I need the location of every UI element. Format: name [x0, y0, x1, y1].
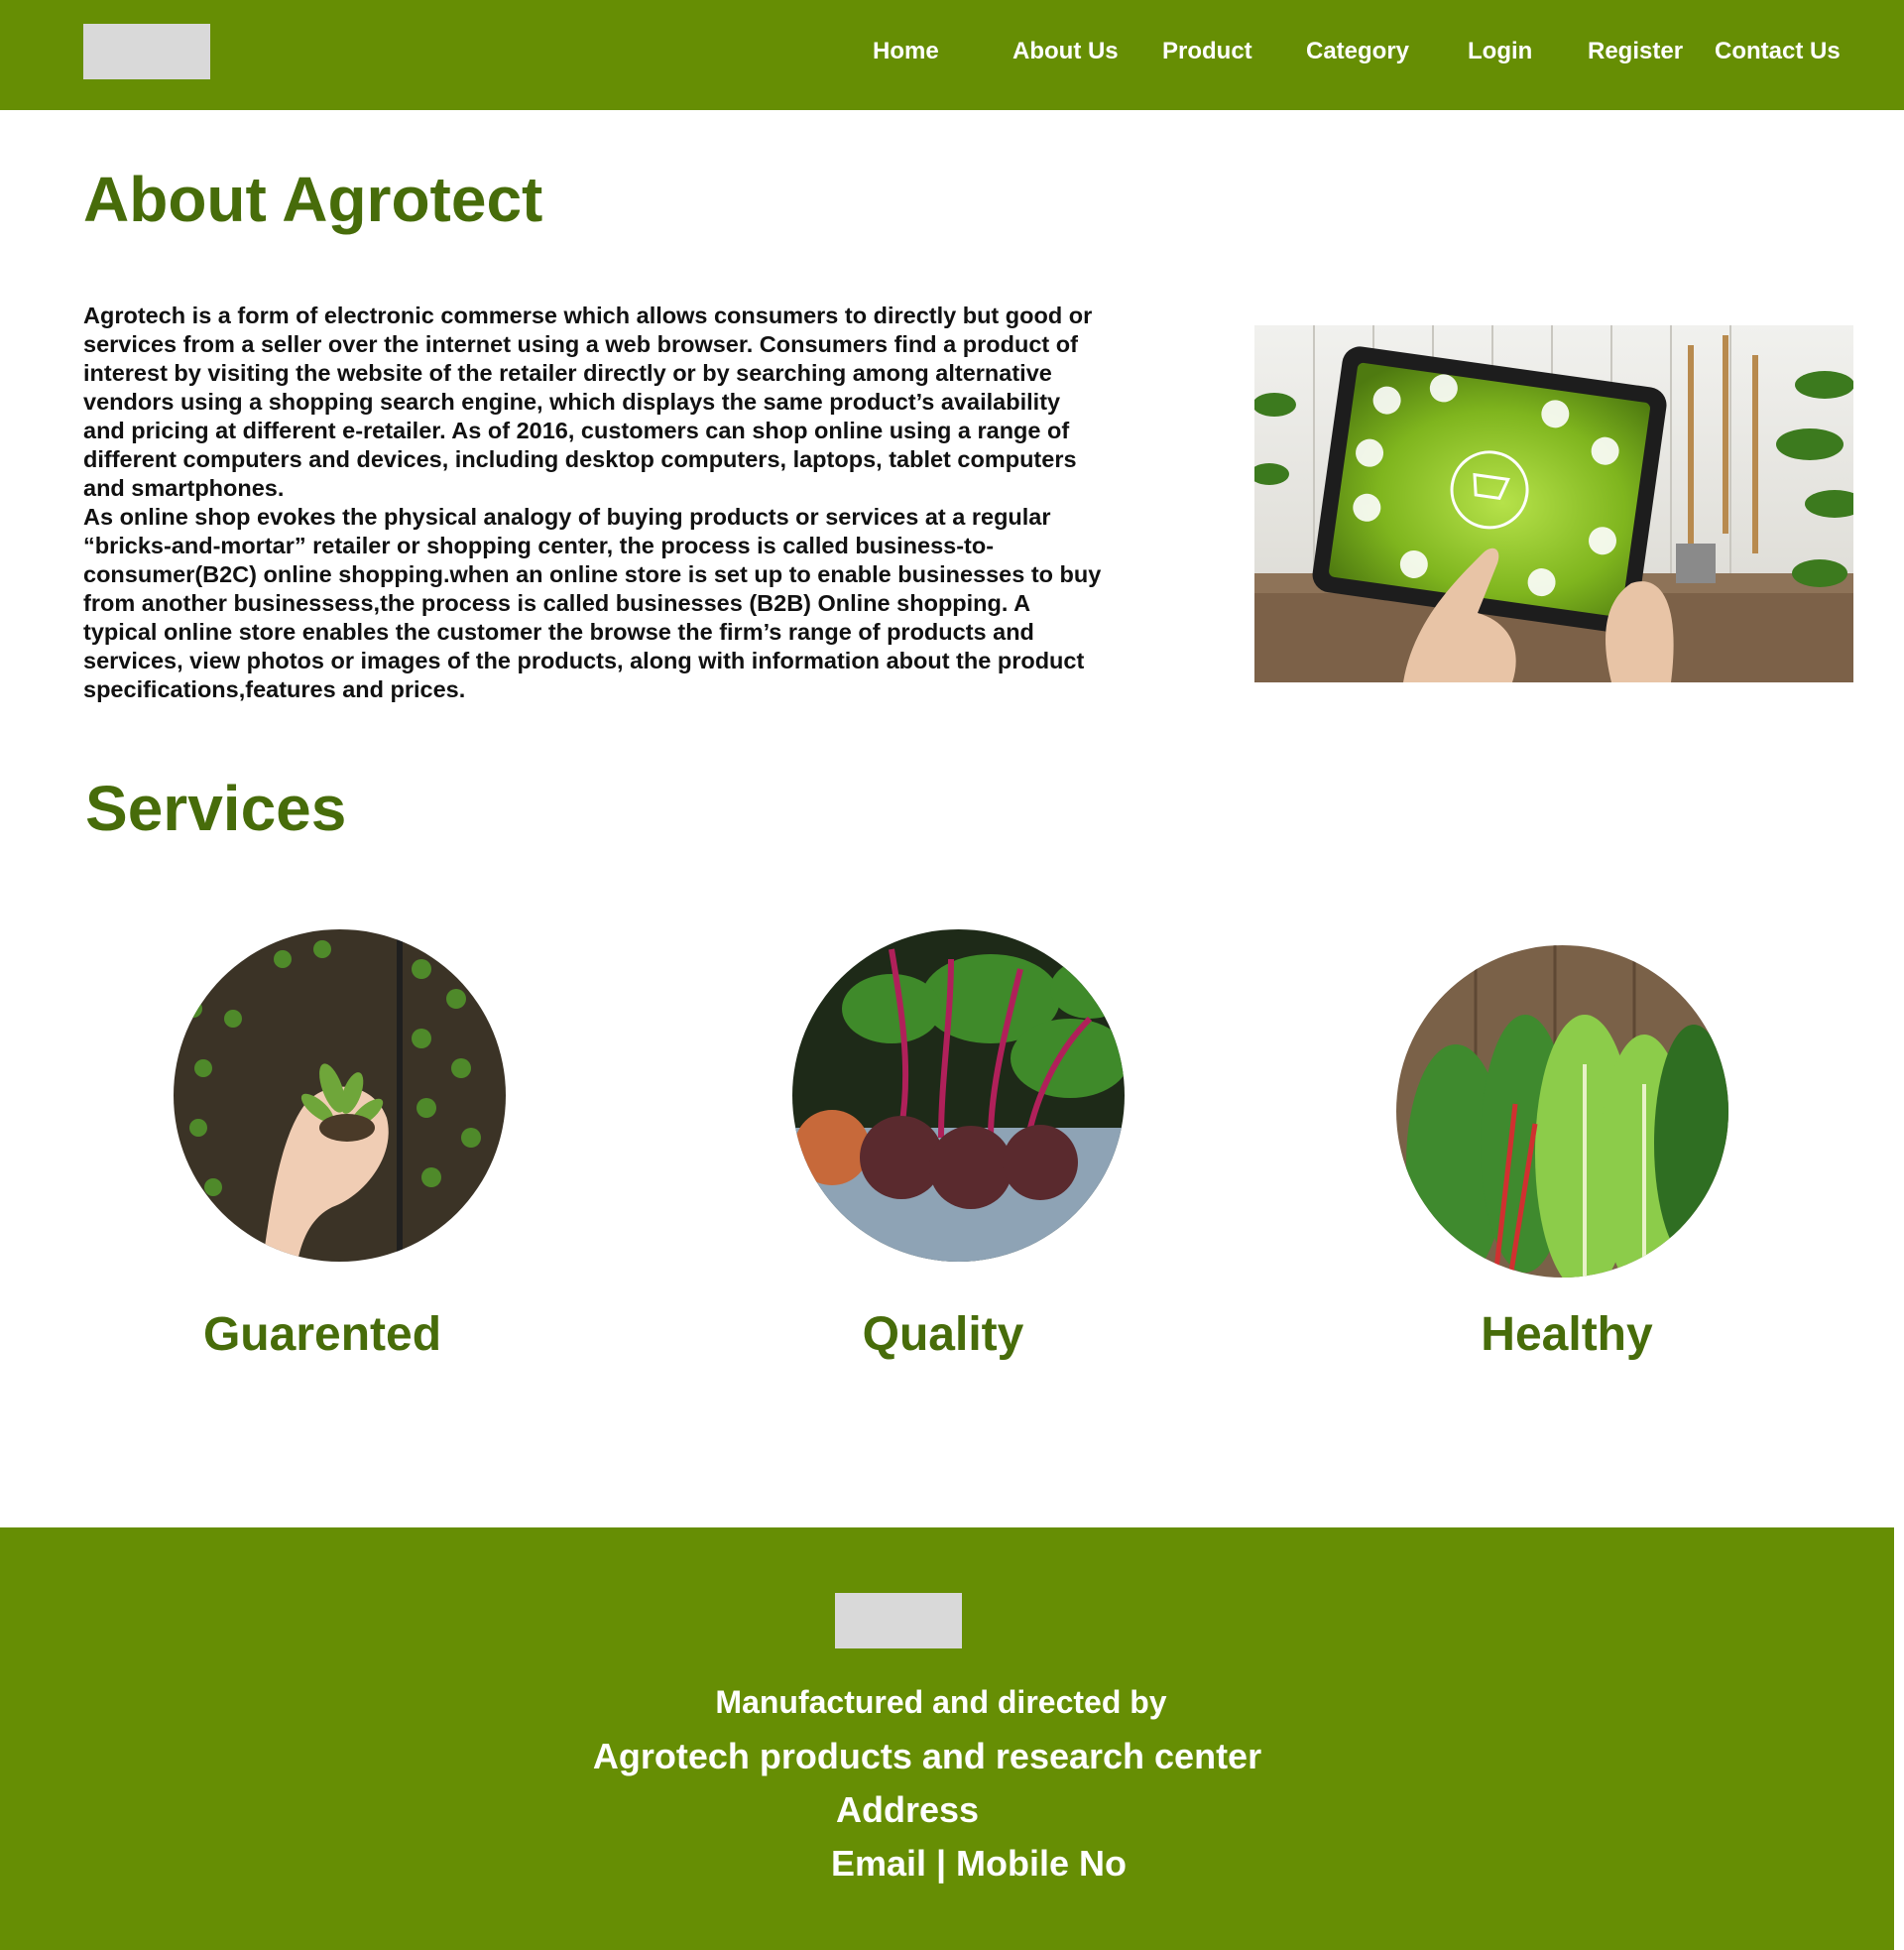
nav-home[interactable]: Home [873, 38, 939, 65]
service-label-healthy: Healthy [1481, 1308, 1653, 1361]
footer-manufactured-by: Manufactured and directed by [715, 1684, 1167, 1720]
footer-company-name: Agrotech products and research center [592, 1736, 1262, 1776]
about-paragraph-1: Agrotech is a form of electronic commers… [83, 303, 1093, 501]
about-paragraph-2: As online shop evokes the physical analo… [83, 504, 1102, 702]
footer-address: Address [835, 1789, 980, 1830]
service-image-beets [792, 929, 1125, 1262]
nav-product[interactable]: Product [1162, 38, 1252, 65]
service-label-quality: Quality [862, 1308, 1024, 1361]
tablet-shopping-image [1254, 325, 1853, 682]
about-description: Agrotech is a form of electronic commers… [83, 302, 1105, 704]
nav-register[interactable]: Register [1588, 38, 1683, 65]
service-label-guarented: Guarented [202, 1308, 442, 1361]
site-footer: Manufactured and directed by Agrotech pr… [0, 1527, 1894, 1950]
site-header: Home About Us Product Category Login Reg… [0, 0, 1904, 110]
nav-category[interactable]: Category [1306, 38, 1409, 65]
logo-placeholder[interactable] [83, 24, 210, 79]
footer-contact: Email | Mobile No [830, 1843, 1128, 1884]
nav-login[interactable]: Login [1468, 38, 1532, 65]
service-image-seedlings [174, 929, 506, 1262]
service-image-leafy-greens [1396, 945, 1728, 1278]
services-title: Services [85, 773, 347, 844]
nav-about-us[interactable]: About Us [1012, 38, 1119, 65]
about-title: About Agrotect [83, 164, 543, 235]
nav-contact-us[interactable]: Contact Us [1715, 38, 1841, 65]
footer-logo-placeholder [835, 1593, 962, 1648]
